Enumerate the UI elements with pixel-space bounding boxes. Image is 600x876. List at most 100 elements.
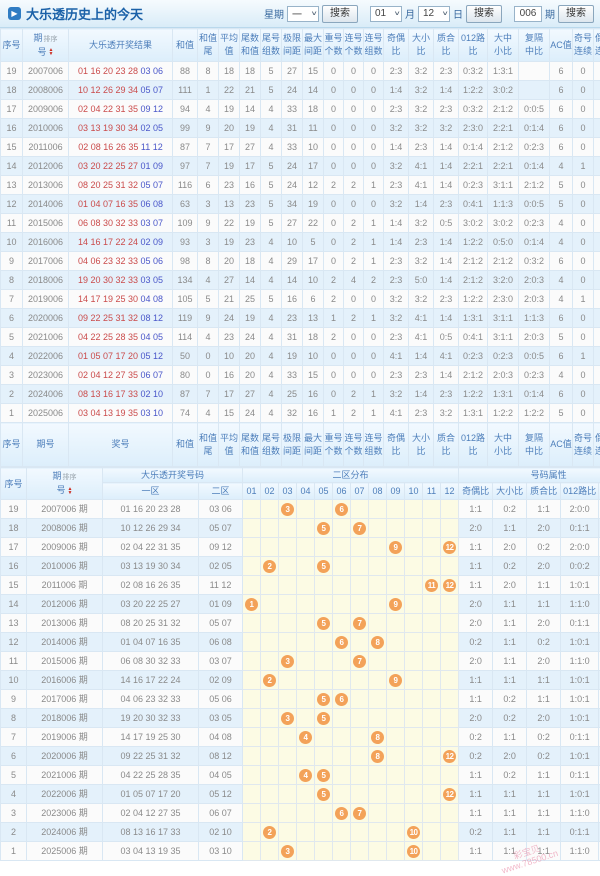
column-header: 奇号连续 — [573, 423, 594, 467]
stat-cell: 1:4 — [434, 271, 459, 290]
sort-label: 排序 — [44, 36, 58, 43]
header-line-2: 连续 — [594, 45, 600, 58]
draw-result: 04 06 23 32 33 05 06 — [69, 252, 173, 271]
stat-cell: 25 — [282, 385, 303, 404]
row-index: 19 — [1, 62, 23, 81]
zone-cell — [279, 595, 297, 614]
stat-cell: 8 — [198, 62, 219, 81]
zone-cell — [243, 728, 261, 747]
stat-cell: 0:0:5 — [519, 195, 550, 214]
week-select[interactable]: 一 ∨ — [287, 6, 319, 22]
row-index: 7 — [1, 728, 27, 747]
zone-cell — [369, 709, 387, 728]
stat-cell: 2 — [344, 176, 364, 195]
issue-number: 2013006 — [23, 176, 69, 195]
column-header: 序号 — [1, 29, 23, 62]
stat-cell: 4 — [261, 309, 282, 328]
column-header: 连号组数 — [364, 423, 384, 467]
chevron-down-icon: ∨ — [393, 10, 400, 17]
zone-cell — [369, 576, 387, 595]
zone-cell — [441, 804, 459, 823]
header-line-2: 个数 — [324, 45, 343, 58]
attr-cell: 1:1 — [459, 538, 493, 557]
period-input[interactable] — [514, 6, 542, 22]
column-header: 尾号组数 — [261, 29, 282, 62]
zone-cell — [423, 538, 441, 557]
stat-cell: 24 — [240, 328, 261, 347]
header-line-2: 比 — [434, 45, 458, 58]
stat-cell: 2 — [344, 404, 364, 423]
stat-cell: 22 — [303, 214, 324, 233]
header-line-2: 组数 — [364, 445, 383, 458]
header-line-2: 间距 — [303, 445, 323, 458]
zone-cell — [387, 652, 405, 671]
back-numbers: 09 12 — [141, 104, 164, 114]
period-search-button[interactable]: 搜索 — [558, 5, 594, 23]
stat-cell: 119 — [173, 309, 198, 328]
column-header: AC值 — [550, 423, 573, 467]
stat-cell: 0:1:4 — [519, 157, 550, 176]
stat-cell: 2 — [324, 271, 344, 290]
stat-cell: 4 — [550, 233, 573, 252]
back-numbers: 03 10 — [141, 408, 164, 418]
date-search-button[interactable]: 搜索 — [466, 5, 502, 23]
table-row: 172009006 期02 04 22 31 3509 129121:12:00… — [1, 538, 600, 557]
stat-cell: 4 — [550, 366, 573, 385]
back-number-ball: 3 — [281, 503, 294, 516]
stat-cell: 6 — [550, 62, 573, 81]
stat-cell: 1:3:1 — [459, 404, 488, 423]
back-number-ball: 4 — [299, 769, 312, 782]
stat-cell: 27 — [282, 62, 303, 81]
stat-cell: 2:3:0 — [459, 119, 488, 138]
attr-cell: 1:1:0 — [561, 804, 599, 823]
stat-cell: 4 — [261, 366, 282, 385]
header-line-2: 尾 — [198, 45, 218, 58]
stat-cell: 1:1:3 — [488, 195, 519, 214]
zone-cell: 7 — [351, 804, 369, 823]
zone-cell — [297, 633, 315, 652]
zone-cell: 3 — [279, 842, 297, 861]
zone-cell — [423, 652, 441, 671]
sort-icon[interactable]: ▲▼ — [49, 48, 54, 56]
column-header: 平均值 — [219, 423, 240, 467]
stat-cell: 16 — [282, 290, 303, 309]
stat-cell: 0:0:5 — [519, 347, 550, 366]
week-search-button[interactable]: 搜索 — [322, 5, 358, 23]
stat-cell: 4 — [550, 290, 573, 309]
header-line-2: 中比 — [519, 45, 549, 58]
stat-cell: 1 — [364, 309, 384, 328]
row-index: 14 — [1, 157, 23, 176]
zone-cell — [351, 500, 369, 519]
attr-cell: 1:1 — [493, 728, 527, 747]
zone-cell — [423, 842, 441, 861]
zone-cell — [315, 823, 333, 842]
zone-cell — [261, 595, 279, 614]
attr-cell: 1:1 — [527, 595, 561, 614]
front-numbers: 02 04 22 31 35 — [78, 104, 138, 114]
zone-column-header: 12 — [441, 483, 459, 500]
back-number-ball: 5 — [317, 712, 330, 725]
stat-cell: 24 — [282, 176, 303, 195]
stat-cell: 3:0:2 — [488, 81, 519, 100]
stat-cell: 2:2:1 — [488, 157, 519, 176]
month-select[interactable]: 01 ∨ — [370, 6, 402, 22]
stat-cell: 1 — [364, 252, 384, 271]
front-numbers: 19 20 30 32 33 — [78, 275, 138, 285]
stat-cell: 4 — [261, 138, 282, 157]
table-row: 13201300608 20 25 31 32 05 0711662316524… — [1, 176, 600, 195]
column-header[interactable]: 期排序号▲▼ — [27, 468, 103, 500]
stat-cell: 23 — [282, 309, 303, 328]
day-select[interactable]: 12 ∨ — [418, 6, 450, 22]
column-header: 和值尾 — [198, 29, 219, 62]
sort-icon[interactable]: ▲▼ — [68, 487, 73, 495]
table-row: 132013006 期08 20 25 31 3205 07572:01:12:… — [1, 614, 600, 633]
stat-cell: 3 — [198, 195, 219, 214]
stat-cell: 2:3 — [434, 195, 459, 214]
back-number-ball: 7 — [353, 655, 366, 668]
attr-cell: 2:0 — [527, 557, 561, 576]
zone-cell — [243, 690, 261, 709]
stat-cell: 1 — [364, 385, 384, 404]
column-header[interactable]: 期排序号▲▼ — [23, 29, 69, 62]
zone-cell — [423, 804, 441, 823]
header-line-1: 极限 — [282, 32, 302, 45]
